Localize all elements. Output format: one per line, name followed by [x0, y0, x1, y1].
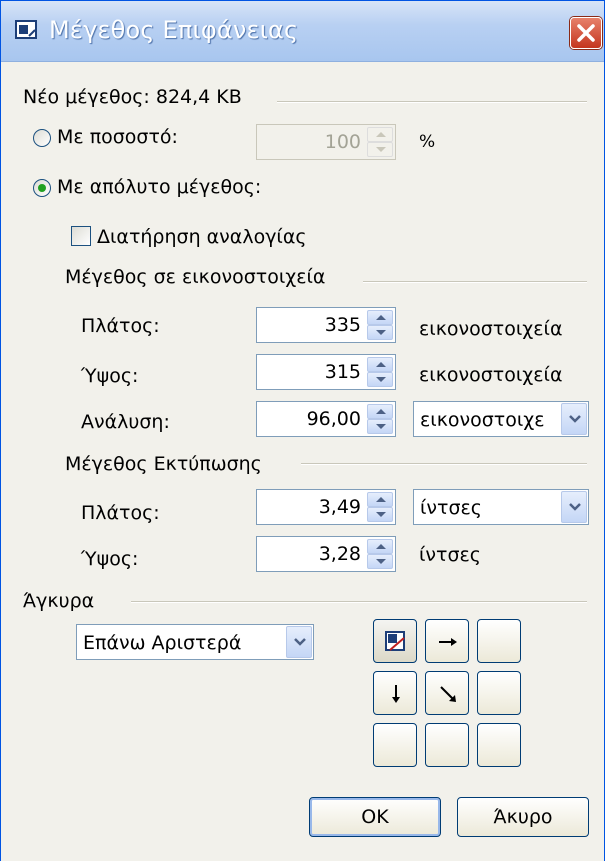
ok-button[interactable]: OK — [309, 797, 441, 837]
separator — [363, 281, 587, 283]
resolution-unit-value: εικονοστοιχε — [420, 409, 545, 431]
separator — [277, 101, 587, 103]
pixel-width-spinbox[interactable]: 335 — [256, 307, 396, 343]
anchor-bottom-left-button[interactable] — [373, 723, 417, 767]
spin-down-icon[interactable] — [367, 554, 393, 569]
pixel-width-label: Πλάτος: — [81, 315, 160, 337]
pixel-height-label: Ύψος: — [81, 365, 139, 387]
resolution-spinbox[interactable]: 96,00 — [256, 401, 396, 437]
spin-down-icon[interactable] — [367, 419, 393, 434]
pixel-size-header: Μέγεθος σε εικονοστοιχεία — [65, 266, 326, 288]
close-icon — [577, 24, 595, 42]
pixel-height-value: 315 — [324, 361, 361, 383]
chevron-down-icon[interactable] — [286, 626, 312, 658]
title-bar: Μέγεθος Επιφάνειας — [1, 1, 604, 62]
spin-down-icon[interactable] — [367, 507, 393, 522]
spin-up-icon[interactable] — [367, 127, 393, 142]
percent-unit: % — [419, 132, 436, 152]
print-unit-dropdown[interactable]: ίντσες — [413, 489, 589, 525]
print-height-spinbox[interactable]: 3,28 — [256, 536, 396, 572]
chevron-down-icon[interactable] — [561, 491, 587, 523]
by-percent-label: Με ποσοστό: — [57, 126, 178, 148]
spin-up-icon[interactable] — [367, 492, 393, 507]
spin-up-icon[interactable] — [367, 310, 393, 325]
anchor-top-left-button[interactable] — [373, 619, 417, 663]
anchor-header: Άγκυρα — [23, 590, 95, 612]
percent-spinbox[interactable]: 100 — [256, 124, 396, 160]
print-width-value: 3,49 — [318, 496, 361, 518]
anchor-top-center-button[interactable] — [425, 619, 469, 663]
arrow-down-icon — [392, 685, 400, 703]
chevron-down-icon[interactable] — [561, 403, 587, 435]
anchor-middle-left-button[interactable] — [373, 671, 417, 715]
separator — [131, 601, 587, 603]
print-height-label: Ύψος: — [81, 548, 139, 570]
surface-size-dialog: Μέγεθος Επιφάνειας Νέο μέγεθος: 824,4 KB… — [0, 0, 605, 861]
image-anchor-icon — [385, 631, 405, 651]
arrow-down-right-icon — [440, 686, 456, 702]
pixel-height-spinbox[interactable]: 315 — [256, 354, 396, 390]
by-absolute-label: Με απόλυτο μέγεθος: — [57, 176, 262, 198]
spin-down-icon[interactable] — [367, 372, 393, 387]
spin-up-icon[interactable] — [367, 539, 393, 554]
new-size-label: Νέο μέγεθος: 824,4 KB — [23, 86, 242, 108]
anchor-bottom-right-button[interactable] — [477, 723, 521, 767]
spin-down-icon[interactable] — [367, 142, 393, 157]
by-absolute-radio[interactable] — [33, 179, 51, 197]
keep-ratio-label: Διατήρηση αναλογίας — [97, 226, 307, 248]
dialog-body: Νέο μέγεθος: 824,4 KB Με ποσοστό: 100 % … — [1, 62, 604, 861]
close-button[interactable] — [570, 17, 602, 49]
resolution-label: Ανάλυση: — [81, 411, 170, 433]
pixel-width-unit: εικονοστοιχεία — [419, 318, 563, 340]
resolution-value: 96,00 — [306, 408, 361, 430]
print-unit-value: ίντσες — [420, 497, 482, 519]
anchor-middle-right-button[interactable] — [477, 671, 521, 715]
by-percent-radio[interactable] — [33, 129, 51, 147]
resolution-unit-dropdown[interactable]: εικονοστοιχε — [413, 401, 589, 437]
print-height-unit: ίντσες — [419, 544, 481, 566]
print-height-value: 3,28 — [318, 543, 361, 565]
arrow-right-icon — [439, 638, 457, 646]
spin-up-icon[interactable] — [367, 357, 393, 372]
spin-up-icon[interactable] — [367, 404, 393, 419]
spin-down-icon[interactable] — [367, 325, 393, 340]
anchor-bottom-center-button[interactable] — [425, 723, 469, 767]
anchor-top-right-button[interactable] — [477, 619, 521, 663]
percent-value: 100 — [324, 131, 361, 153]
keep-ratio-checkbox[interactable] — [71, 226, 91, 246]
cancel-button[interactable]: Άκυρο — [457, 797, 589, 837]
resize-icon — [15, 20, 37, 39]
print-width-spinbox[interactable]: 3,49 — [256, 489, 396, 525]
print-width-label: Πλάτος: — [81, 502, 160, 524]
separator — [301, 463, 587, 465]
pixel-height-unit: εικονοστοιχεία — [419, 364, 563, 386]
print-size-header: Μέγεθος Εκτύπωσης — [65, 453, 262, 475]
anchor-dropdown[interactable]: Επάνω Αριστερά — [76, 624, 314, 660]
window-title: Μέγεθος Επιφάνειας — [49, 16, 299, 44]
pixel-width-value: 335 — [324, 314, 361, 336]
anchor-value: Επάνω Αριστερά — [83, 632, 242, 654]
anchor-center-button[interactable] — [425, 671, 469, 715]
